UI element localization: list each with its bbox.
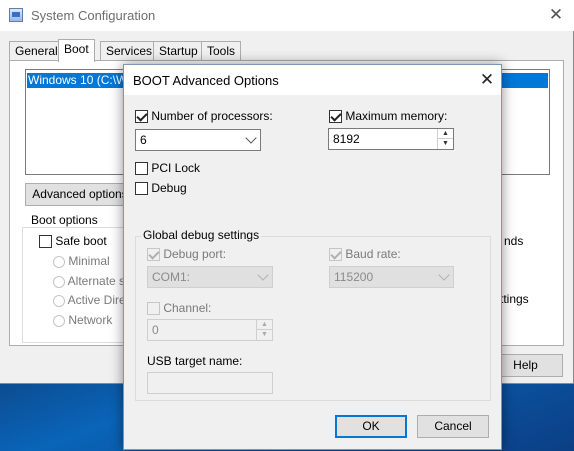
baud-rate-label: Baud rate: [345, 247, 401, 261]
channel-option[interactable]: Channel: [147, 301, 212, 316]
channel-value: 0 [152, 323, 159, 337]
debug-port-checkbox[interactable] [147, 248, 160, 262]
baud-rate-option[interactable]: Baud rate: [329, 247, 401, 262]
settings-suffix-text: ttings [500, 292, 529, 306]
tab-services[interactable]: Services [100, 41, 159, 61]
radio-minimal-label: Minimal [68, 254, 110, 268]
usb-target-input[interactable] [147, 372, 273, 394]
chevron-down-icon [438, 269, 450, 281]
max-memory-label: Maximum memory: [345, 109, 448, 123]
help-label: Help [513, 358, 538, 372]
radio-active-directory[interactable]: Active Directory repair [53, 293, 128, 307]
radio-minimal[interactable]: Minimal [53, 254, 110, 268]
radio-button[interactable] [53, 314, 65, 327]
title-bar[interactable]: System Configuration ✕ [0, 0, 574, 31]
close-icon[interactable]: ✕ [542, 2, 570, 28]
num-processors-value: 6 [140, 133, 147, 147]
num-processors-label: Number of processors: [151, 109, 273, 123]
max-memory-option[interactable]: Maximum memory: [329, 109, 448, 124]
boot-advanced-options-dialog: BOOT Advanced Options ✕ Number of proces… [123, 64, 502, 450]
max-memory-spinner[interactable]: ▲ ▼ [437, 129, 453, 149]
ok-label: OK [362, 419, 380, 433]
spin-up-icon[interactable]: ▲ [438, 129, 453, 139]
num-processors-option[interactable]: Number of processors: [135, 109, 273, 124]
close-icon[interactable]: ✕ [475, 67, 499, 93]
spin-down-icon[interactable]: ▼ [438, 139, 453, 149]
baud-rate-dropdown[interactable]: 115200 [329, 266, 454, 288]
radio-network-label: Network [68, 313, 113, 327]
dialog-title-bar[interactable]: BOOT Advanced Options ✕ [124, 65, 501, 95]
debug-label: Debug [151, 181, 187, 195]
debug-option[interactable]: Debug [135, 181, 187, 196]
tab-tools[interactable]: Tools [201, 41, 242, 61]
radio-alternate-shell-label: Alternate shell [67, 274, 128, 288]
radio-button[interactable] [53, 275, 65, 288]
debug-port-dropdown[interactable]: COM1: [147, 266, 273, 288]
safe-boot-checkbox[interactable] [39, 235, 52, 249]
channel-input[interactable]: 0 ▲ ▼ [147, 319, 273, 341]
baud-rate-value: 115200 [334, 270, 374, 284]
boot-options-legend: Boot options [29, 213, 100, 227]
safe-boot-label: Safe boot [55, 234, 107, 248]
pci-lock-checkbox[interactable] [135, 162, 148, 176]
advanced-options-label: Advanced options... [32, 187, 138, 201]
debug-port-label: Debug port: [163, 247, 227, 261]
channel-label: Channel: [163, 301, 212, 315]
spin-down-icon[interactable]: ▼ [257, 330, 272, 340]
debug-port-value: COM1: [152, 270, 191, 284]
num-processors-dropdown[interactable]: 6 [135, 129, 261, 151]
pci-lock-option[interactable]: PCI Lock [135, 161, 201, 176]
radio-active-directory-label: Active Directory repair [67, 293, 128, 307]
radio-network[interactable]: Network [53, 313, 112, 327]
baud-rate-checkbox[interactable] [329, 248, 342, 262]
debug-port-option[interactable]: Debug port: [147, 247, 227, 262]
chevron-down-icon [257, 269, 269, 281]
radio-button[interactable] [53, 294, 65, 307]
window-title: System Configuration [31, 8, 156, 23]
channel-spinner[interactable]: ▲ ▼ [256, 320, 272, 340]
debug-checkbox[interactable] [135, 182, 148, 196]
cancel-label: Cancel [434, 419, 472, 433]
safe-boot-option[interactable]: Safe boot [39, 234, 107, 249]
tab-startup[interactable]: Startup [153, 41, 204, 61]
tab-general[interactable]: General [9, 41, 64, 61]
num-processors-checkbox[interactable] [135, 110, 148, 124]
ok-button[interactable]: OK [335, 415, 407, 438]
global-debug-legend: Global debug settings [141, 228, 262, 242]
timeout-suffix-text: nds [504, 234, 524, 248]
max-memory-input[interactable]: 8192 ▲ ▼ [328, 128, 454, 150]
max-memory-value: 8192 [333, 132, 360, 146]
max-memory-checkbox[interactable] [329, 110, 342, 124]
pci-lock-label: PCI Lock [151, 161, 201, 175]
channel-checkbox[interactable] [147, 302, 160, 316]
chevron-down-icon [245, 132, 257, 144]
radio-alternate-shell[interactable]: Alternate shell [53, 274, 128, 288]
radio-button[interactable] [53, 255, 65, 268]
spin-up-icon[interactable]: ▲ [257, 320, 272, 330]
system-config-icon [9, 8, 23, 22]
tab-boot[interactable]: Boot [58, 39, 95, 62]
usb-target-label: USB target name: [147, 354, 243, 368]
cancel-button[interactable]: Cancel [417, 415, 489, 438]
dialog-title: BOOT Advanced Options [133, 73, 279, 88]
